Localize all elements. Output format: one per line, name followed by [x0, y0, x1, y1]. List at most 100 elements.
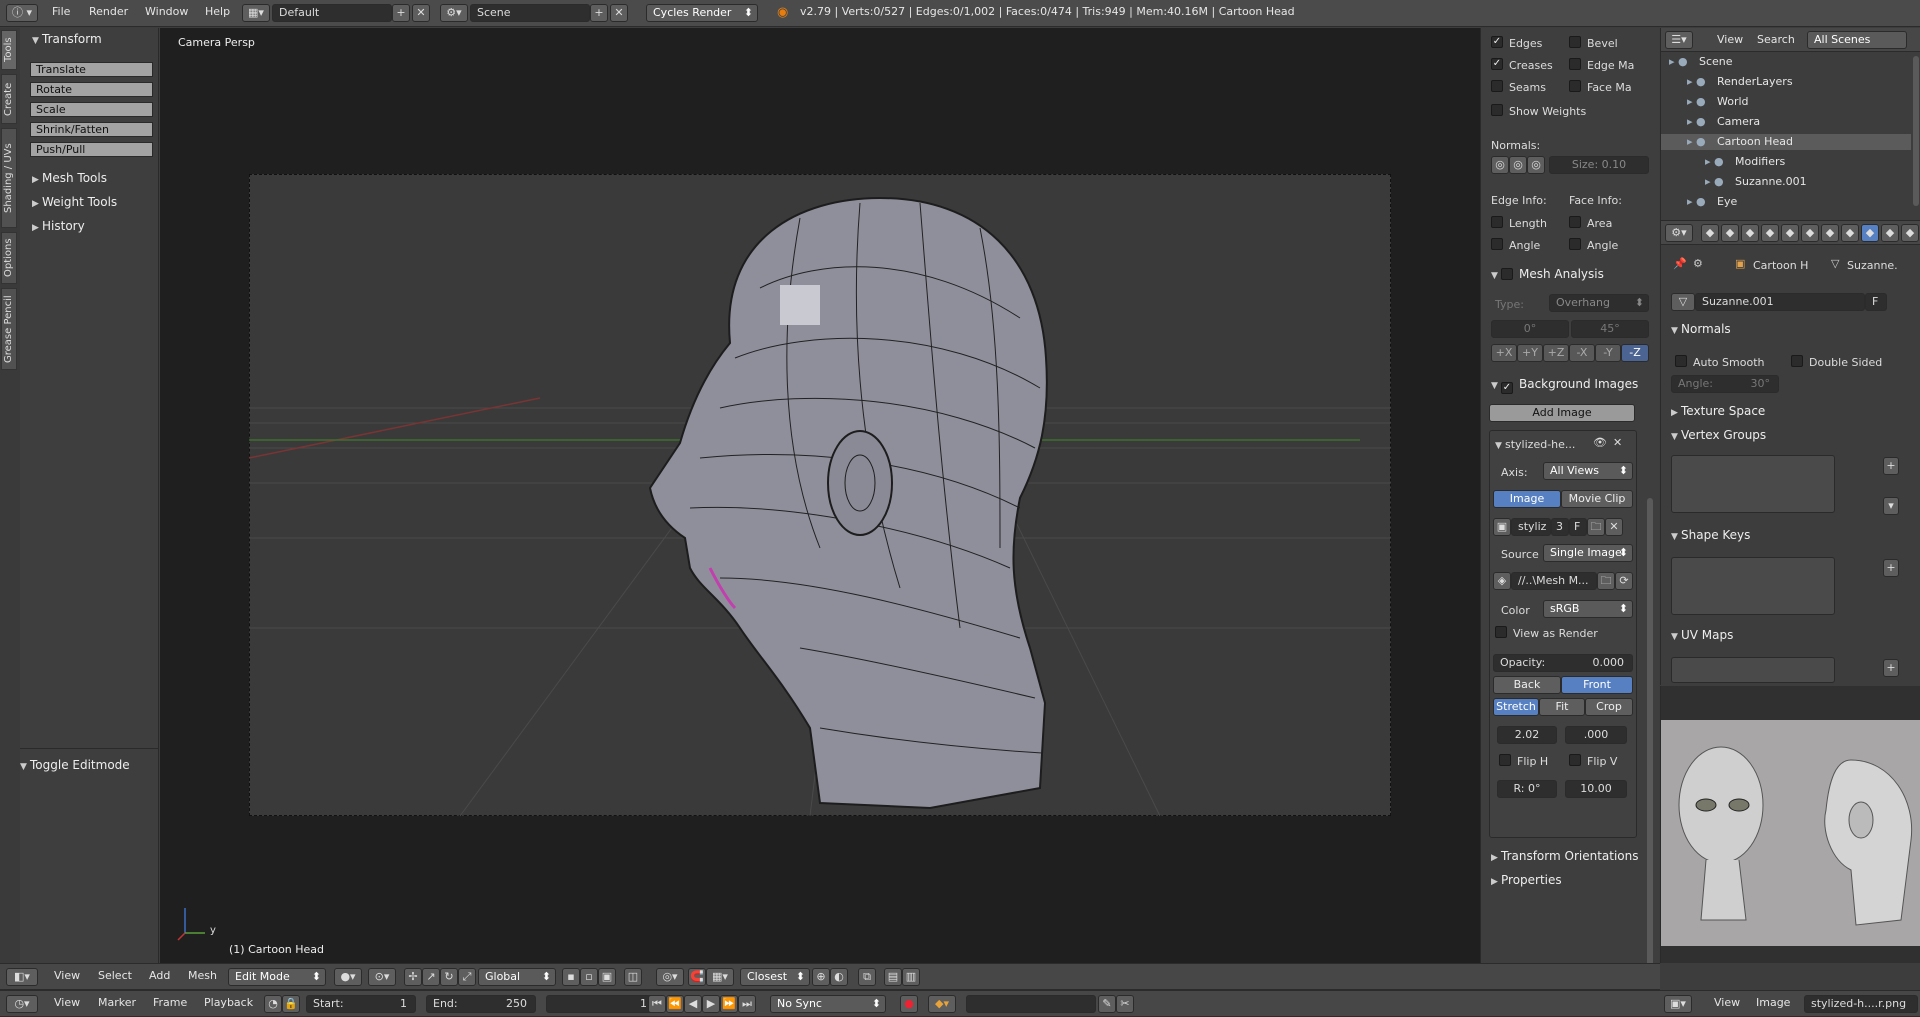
outliner-row[interactable]: ▸ ● Camera [1661, 114, 1911, 130]
outliner-row[interactable]: ▸ ● Modifiers [1661, 154, 1911, 170]
scene-icon[interactable]: ⚙▾ [440, 4, 468, 22]
outliner-editor-icon[interactable]: ☰▾ [1665, 31, 1693, 49]
image-fake-user-button[interactable]: F [1569, 518, 1587, 536]
add-image-button[interactable]: Add Image [1489, 404, 1635, 422]
viewport-shading-icon[interactable]: ●▾ [334, 968, 362, 986]
outliner-scope-select[interactable]: All Scenes [1807, 31, 1907, 49]
layout-icon[interactable]: ▦▾ [242, 4, 270, 22]
proportional-edit-icon[interactable]: ◎▾ [656, 968, 684, 986]
auto-key-icon[interactable]: ● [900, 995, 918, 1013]
offset-x-field[interactable]: 2.02 [1497, 726, 1557, 744]
image-open-icon[interactable]: 🗀 [1587, 518, 1605, 536]
keying-set-icon[interactable]: ◆▾ [928, 995, 956, 1013]
properties-tab-icon[interactable]: ◆ [1901, 224, 1919, 242]
mesh-name-field[interactable]: Suzanne.001 [1695, 293, 1865, 311]
translate-button[interactable]: Translate [30, 62, 153, 77]
pivot-point-icon[interactable]: ⊙▾ [368, 968, 396, 986]
tab-shading-uvs[interactable]: Shading / UVs [1, 128, 17, 228]
bevel-checkbox[interactable] [1569, 36, 1581, 48]
flip-v-checkbox[interactable] [1569, 754, 1581, 766]
movie-clip-tab[interactable]: Movie Clip [1561, 490, 1633, 508]
auto-smooth-angle-field[interactable]: Angle: 30° [1671, 375, 1779, 393]
properties-tab-icon[interactable]: ◆ [1821, 224, 1839, 242]
color-space-select[interactable]: sRGB ⬍ [1543, 600, 1633, 618]
properties-tab-icon[interactable]: ◆ [1741, 224, 1759, 242]
layout-add-icon[interactable]: + [392, 4, 410, 22]
shape-keys-list[interactable] [1671, 557, 1835, 615]
sync-select[interactable]: No Sync ⬍ [770, 995, 886, 1013]
outliner-row[interactable]: ▸ ● RenderLayers [1661, 74, 1911, 90]
axis-minus-x-button[interactable]: -X [1569, 344, 1595, 362]
timeline-menu-frame[interactable]: Frame [153, 996, 187, 1009]
vertex-groups-list[interactable] [1671, 455, 1835, 513]
view3d-menu-select[interactable]: Select [98, 969, 132, 982]
scene-name-field[interactable]: Scene [470, 4, 590, 22]
push-pull-button[interactable]: Push/Pull [30, 142, 153, 157]
vertex-group-menu-icon[interactable]: ▾ [1883, 497, 1899, 515]
delete-key-icon[interactable]: ✂ [1116, 995, 1134, 1013]
area-checkbox[interactable] [1569, 216, 1581, 228]
edge-mark-checkbox[interactable] [1569, 58, 1581, 70]
jump-start-icon[interactable]: ⏮ [648, 995, 666, 1013]
menu-file[interactable]: File [52, 5, 70, 18]
properties-tab-icon[interactable]: ◆ [1721, 224, 1739, 242]
front-button[interactable]: Front [1561, 676, 1633, 694]
fit-button[interactable]: Fit [1539, 698, 1585, 716]
outliner-view-menu[interactable]: View [1717, 33, 1743, 46]
translate-manip-icon[interactable]: ↗ [422, 968, 440, 986]
current-frame-field[interactable]: 1 [546, 995, 656, 1013]
edge-select-icon[interactable]: ▫ [580, 968, 598, 986]
rotation-field[interactable]: R: 0° [1497, 780, 1557, 798]
shape-key-add-icon[interactable]: + [1883, 559, 1899, 577]
length-checkbox[interactable] [1491, 216, 1503, 228]
image-browse-icon[interactable]: ▣ [1493, 518, 1511, 536]
rotate-manip-icon[interactable]: ↻ [440, 968, 458, 986]
snap-element-icon[interactable]: ▦▾ [706, 968, 734, 986]
copy-data-icon[interactable]: ⧉ [858, 968, 876, 986]
timeline-editor-icon[interactable]: ◷▾ [6, 995, 38, 1013]
uv-maps-header[interactable]: ▼ UV Maps [1671, 625, 1733, 645]
bg-image-name[interactable]: ▼ stylized-he... [1495, 438, 1575, 451]
end-frame-field[interactable]: End: 250 [426, 995, 536, 1013]
snap-toggle-icon[interactable]: 🧲 [688, 968, 706, 986]
preview-range-icon[interactable]: ◔ [264, 995, 282, 1013]
next-key-icon[interactable]: ⏩ [720, 995, 738, 1013]
image-path-field[interactable]: //..\Mesh M... [1511, 572, 1597, 590]
edge-angle-checkbox[interactable] [1491, 238, 1503, 250]
properties-tab-icon[interactable]: ◆ [1801, 224, 1819, 242]
bg-size-field[interactable]: 10.00 [1565, 780, 1627, 798]
uv-maps-list[interactable] [1671, 657, 1835, 683]
path-reload-icon[interactable]: ⟳ [1615, 572, 1633, 590]
scale-manip-icon[interactable]: ⤢ [458, 968, 476, 986]
face-mark-checkbox[interactable] [1569, 80, 1581, 92]
prev-key-icon[interactable]: ⏪ [666, 995, 684, 1013]
analysis-angle-min[interactable]: 0° [1491, 320, 1569, 338]
opacity-field[interactable]: Opacity: 0.000 [1493, 654, 1633, 672]
transform-orientations-header[interactable]: ▶ Transform Orientations [1491, 846, 1639, 866]
seams-checkbox[interactable] [1491, 80, 1503, 92]
insert-key-icon[interactable]: ✎ [1098, 995, 1116, 1013]
analysis-angle-max[interactable]: 45° [1571, 320, 1649, 338]
menu-render[interactable]: Render [89, 5, 128, 18]
crop-button[interactable]: Crop [1585, 698, 1633, 716]
limit-selection-icon[interactable]: ◫ [624, 968, 642, 986]
play-icon[interactable]: ▶ [702, 995, 720, 1013]
back-button[interactable]: Back [1493, 676, 1561, 694]
vertex-group-add-icon[interactable]: + [1883, 457, 1899, 475]
outliner-row[interactable]: ▸ ● World [1661, 94, 1911, 110]
image-name-field[interactable]: styliz [1511, 518, 1551, 536]
timeline-menu-marker[interactable]: Marker [98, 996, 136, 1009]
mesh-browse-icon[interactable]: ▽ [1671, 293, 1695, 311]
tab-options[interactable]: Options [1, 232, 17, 284]
edges-checkbox[interactable]: ✓ [1491, 36, 1503, 48]
path-browse-icon[interactable]: 🗀 [1597, 572, 1615, 590]
timeline-menu-view[interactable]: View [54, 996, 80, 1009]
layout-name-field[interactable]: Default [272, 4, 392, 22]
image-datablock-field[interactable]: stylized-h....r.png [1804, 995, 1918, 1013]
view-as-render-checkbox[interactable] [1495, 626, 1507, 638]
jump-end-icon[interactable]: ⏭ [738, 995, 756, 1013]
image-users-field[interactable]: 3 [1551, 518, 1569, 536]
rotate-button[interactable]: Rotate [30, 82, 153, 97]
show-weights-checkbox[interactable] [1491, 104, 1503, 116]
properties-tab-icon[interactable]: ◆ [1781, 224, 1799, 242]
